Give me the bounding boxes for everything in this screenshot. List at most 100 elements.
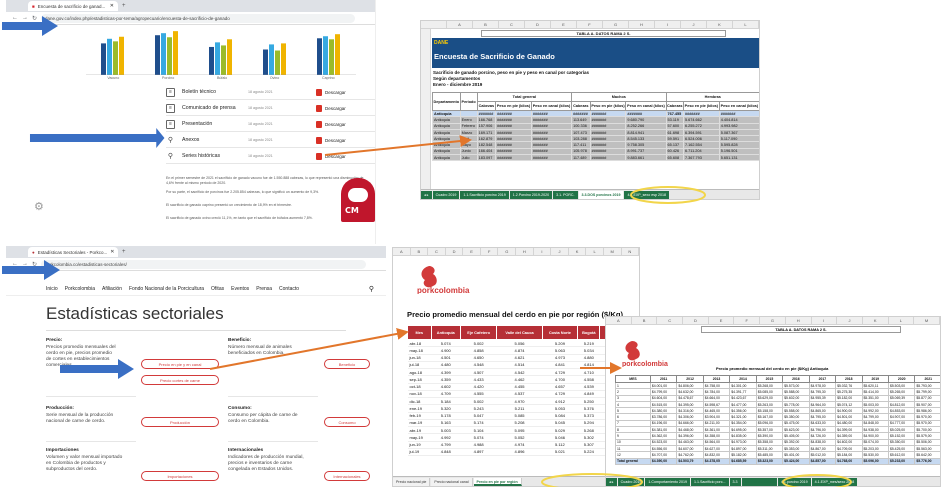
table-cell[interactable]: ####### <box>530 154 573 162</box>
table-cell[interactable]: 4.709 <box>431 390 461 399</box>
table-cell[interactable]: 4.973 <box>542 354 578 362</box>
precio-cortes-button[interactable]: Precio cortes de carne <box>141 375 219 385</box>
table-cell[interactable]: jun-18 <box>407 354 432 362</box>
menu-item-afiliacion[interactable]: Afiliación <box>102 286 122 292</box>
column-letter[interactable]: K <box>569 248 587 255</box>
table-cell[interactable]: 117.489 <box>571 154 591 162</box>
search-icon[interactable]: ⚲ <box>369 285 374 293</box>
table-cell[interactable]: may-19 <box>407 433 432 442</box>
table-cell[interactable]: feb-19 <box>407 412 432 420</box>
beneficio-button[interactable]: Beneficio <box>324 359 370 369</box>
table-cell[interactable]: 4.480 <box>431 361 461 370</box>
reload-icon[interactable]: ↻ <box>32 261 37 268</box>
table-cell[interactable]: $5.233,00 <box>887 457 916 465</box>
table-cell[interactable]: 9.883.661 <box>625 154 667 162</box>
table-cell[interactable]: 65.608 <box>665 154 684 162</box>
sheet-tab[interactable]: 1.2.Porcino 2019-2020 <box>509 190 553 199</box>
precio-pie-canal-button[interactable]: Precio en pie y en canal <box>141 359 219 369</box>
table-cell[interactable]: 5.174 <box>460 419 497 428</box>
table-cell[interactable]: 5.376 <box>577 404 600 413</box>
table-cell[interactable]: 4.988 <box>460 441 497 449</box>
table-cell[interactable]: 4.514 <box>496 361 543 370</box>
sheet-tab[interactable]: 3.3.DOS porcinos 2019 <box>578 190 624 199</box>
browser-tab[interactable]: ● Estadísticas Sectoriales - Porkco... ✕ <box>28 247 118 257</box>
table-cell[interactable]: 5.163 <box>431 419 461 428</box>
table-cell[interactable]: mar-19 <box>407 419 432 428</box>
table-cell[interactable]: 5.074 <box>460 433 497 442</box>
table-cell[interactable]: nov-18 <box>407 390 432 399</box>
table-cell[interactable]: 4.799 <box>431 441 461 449</box>
sheet-nav-icon[interactable]: ◂ ▸ <box>606 477 617 486</box>
sheet-tab[interactable]: 3.1. PORC. <box>553 190 578 199</box>
table-cell[interactable]: 5.056 <box>496 339 543 348</box>
table-cell[interactable]: 4.970 <box>496 397 543 406</box>
menu-item-porkcolombia[interactable]: Porkcolombia <box>65 286 95 292</box>
column-letter[interactable]: B <box>411 248 429 255</box>
table-cell[interactable]: 4.621 <box>496 354 543 362</box>
doc-row-boletin[interactable]: ≡ Boletín técnico 18 agosto 2021 Descarg… <box>166 85 375 100</box>
table-cell[interactable]: 5.002 <box>460 339 497 348</box>
table-cell[interactable]: $4.685,59 <box>729 457 757 465</box>
table-cell[interactable]: 4.555 <box>460 390 497 399</box>
table-cell[interactable]: 7.367.793 <box>682 154 720 162</box>
column-letter[interactable]: L <box>733 21 759 28</box>
table-cell[interactable]: 5.209 <box>542 339 578 348</box>
download-button[interactable]: Descargar <box>316 152 346 160</box>
table-cell[interactable]: 5.021 <box>542 448 578 457</box>
column-letter[interactable]: B <box>473 21 499 28</box>
column-letter[interactable]: M <box>604 248 622 255</box>
table-cell[interactable]: 4.399 <box>431 368 461 377</box>
table-cell[interactable]: Julio <box>459 154 478 162</box>
table-cell[interactable]: 5.243 <box>460 404 497 413</box>
table-cell[interactable]: 4.650 <box>460 354 497 362</box>
column-letter[interactable]: H <box>516 248 534 255</box>
table-cell[interactable]: 4.880 <box>577 354 600 362</box>
column-letter[interactable]: A <box>447 21 473 28</box>
table-cell[interactable]: 4.974 <box>496 441 543 449</box>
table-cell[interactable]: 4.602 <box>431 383 461 391</box>
table-cell[interactable]: 4.433 <box>460 375 497 384</box>
table-cell[interactable]: 5.219 <box>577 339 600 348</box>
column-letter[interactable]: C <box>499 21 525 28</box>
table-cell[interactable]: 4.542 <box>496 368 543 377</box>
sheet-tab[interactable]: 3.3 <box>729 477 741 486</box>
table-cell[interactable]: 5.002 <box>460 397 497 406</box>
download-button[interactable]: Descargar <box>316 120 346 128</box>
table-cell[interactable]: 4.539 <box>577 383 600 391</box>
url-field[interactable]: porkcolombia.co/estadisticas-sectoriales… <box>41 259 366 269</box>
sheet-tab[interactable]: 4.1.EXP_sexo esp 2018 <box>624 190 670 199</box>
download-button[interactable]: Descargar <box>316 136 346 144</box>
table-cell[interactable]: $5.776,00 <box>914 457 940 465</box>
table-cell[interactable]: 4.537 <box>496 390 543 399</box>
table-cell[interactable]: 4.700 <box>542 375 578 384</box>
table-cell[interactable]: 5.112 <box>542 441 578 449</box>
table-cell[interactable]: ago-18 <box>407 368 432 377</box>
column-letter[interactable]: G <box>498 248 517 255</box>
internacionales-button[interactable]: Internacionales <box>324 471 370 481</box>
download-button[interactable]: Descargar <box>316 104 346 112</box>
column-letter[interactable]: D <box>446 248 464 255</box>
table-cell[interactable]: sep-18 <box>407 375 432 384</box>
column-letter[interactable]: I <box>655 21 681 28</box>
download-button[interactable]: Descargar <box>316 88 346 96</box>
table-cell[interactable]: 4.710 <box>577 368 600 377</box>
sheet-tab[interactable]: 3.1. PORC. COLS <box>741 477 777 486</box>
table-cell[interactable]: 5.211 <box>496 404 543 413</box>
table-cell[interactable]: 5.045 <box>542 419 578 428</box>
column-letter[interactable]: L <box>586 248 604 255</box>
table-cell[interactable]: $5.424,00 <box>782 457 810 465</box>
column-letter[interactable]: I <box>534 248 552 255</box>
menu-item-prensa[interactable]: Prensa <box>256 286 272 292</box>
table-cell[interactable]: 5.178 <box>431 412 461 420</box>
column-letter[interactable]: E <box>551 21 577 28</box>
gear-icon[interactable]: ⚙ <box>34 200 44 213</box>
table-cell[interactable]: 5.095 <box>496 426 543 435</box>
doc-row-presentacion[interactable]: ≡ Presentación 18 agosto 2021 Descargar <box>166 117 375 132</box>
new-tab-icon[interactable]: + <box>122 249 126 255</box>
column-letter[interactable]: G <box>603 21 629 28</box>
table-cell[interactable]: 5.373 <box>577 412 600 420</box>
table-cell[interactable]: 4.657 <box>542 383 578 391</box>
table-cell[interactable]: 4.848 <box>431 448 461 457</box>
table-cell[interactable]: 5.063 <box>542 346 578 355</box>
table-cell[interactable]: $4.503,79 <box>676 457 704 465</box>
